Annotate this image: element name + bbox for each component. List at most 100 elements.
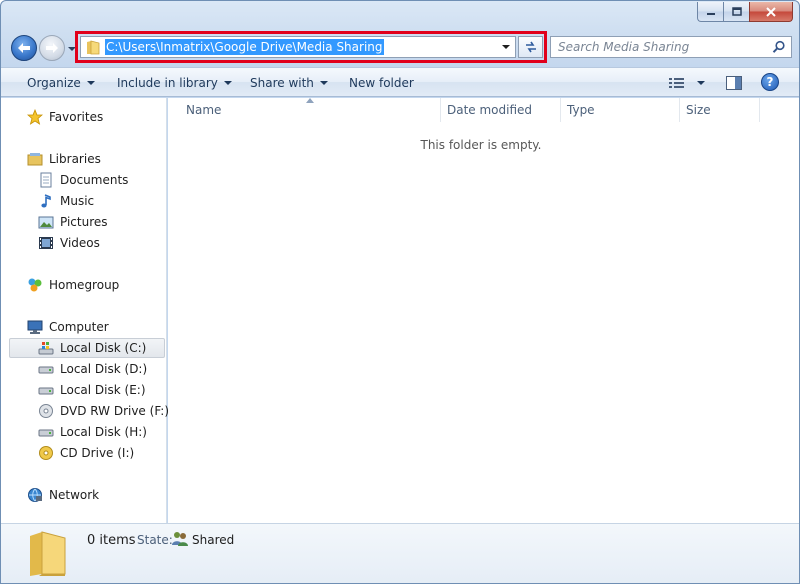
column-header-size[interactable]: Size	[680, 98, 760, 122]
share-with-button[interactable]: Share with	[250, 74, 328, 92]
search-box[interactable]: Search Media Sharing	[550, 36, 792, 58]
nav-label: Music	[60, 194, 95, 208]
nav-local-disk-h[interactable]: Local Disk (H:)	[1, 422, 167, 442]
nav-network[interactable]: Network	[1, 485, 167, 505]
drive-icon	[38, 361, 54, 377]
item-count: 0 items	[87, 533, 136, 548]
navigation-pane: Favorites Libraries Documents Music Pict…	[1, 98, 170, 523]
nav-computer[interactable]: Computer	[1, 317, 167, 337]
nav-label: CD Drive (I:)	[60, 446, 135, 460]
navigation-bar: C:\Users\Inmatrix\Google Drive\Media Sha…	[1, 29, 799, 65]
state-label: State:	[137, 533, 173, 547]
nav-local-disk-e[interactable]: Local Disk (E:)	[1, 380, 167, 400]
nav-label: Computer	[49, 320, 109, 334]
nav-label: Local Disk (E:)	[60, 383, 146, 397]
nav-local-disk-d[interactable]: Local Disk (D:)	[1, 359, 167, 379]
share-with-label: Share with	[250, 76, 314, 90]
nav-libraries[interactable]: Libraries	[1, 149, 167, 169]
folder-icon	[30, 531, 66, 576]
address-path[interactable]: C:\Users\Inmatrix\Google Drive\Media Sha…	[105, 39, 384, 55]
forward-button[interactable]	[39, 35, 65, 61]
address-dropdown[interactable]	[501, 42, 511, 52]
nav-label: Network	[49, 488, 100, 502]
view-details-icon	[669, 78, 684, 88]
new-folder-button[interactable]: New folder	[349, 74, 414, 92]
include-in-library-label: Include in library	[117, 76, 218, 90]
arrow-right-icon	[46, 43, 58, 53]
chevron-down-icon	[223, 81, 232, 85]
nav-label: Homegroup	[49, 278, 120, 292]
nav-label: Local Disk (D:)	[60, 362, 148, 376]
address-bar[interactable]: C:\Users\Inmatrix\Google Drive\Media Sha…	[80, 36, 516, 58]
drive-icon	[38, 424, 54, 440]
new-folder-label: New folder	[349, 76, 414, 90]
cd-icon	[38, 445, 54, 461]
include-in-library-button[interactable]: Include in library	[117, 74, 232, 92]
column-header-label: Size	[686, 103, 711, 117]
change-view-button[interactable]	[669, 74, 709, 92]
caption-buttons	[697, 2, 793, 22]
nav-dvd-rw-drive-f[interactable]: DVD RW Drive (F:)	[1, 401, 170, 421]
nav-label: DVD RW Drive (F:)	[60, 404, 170, 418]
help-button[interactable]: ?	[761, 73, 779, 91]
back-button[interactable]	[11, 35, 37, 61]
homegroup-icon	[27, 277, 43, 293]
nav-label: Documents	[60, 173, 129, 187]
details-pane: 0 items State: Shared	[1, 523, 799, 583]
nav-label: Local Disk (H:)	[60, 425, 147, 439]
nav-label: Local Disk (C:)	[60, 341, 147, 355]
picture-icon	[38, 214, 54, 230]
column-header-type[interactable]: Type	[561, 98, 680, 122]
refresh-icon	[525, 41, 536, 53]
nav-music[interactable]: Music	[1, 191, 167, 211]
preview-pane-icon	[726, 76, 742, 90]
maximize-icon	[731, 7, 742, 16]
nav-cd-drive-i[interactable]: CD Drive (I:)	[1, 443, 167, 463]
music-icon	[38, 193, 54, 209]
close-button[interactable]	[749, 2, 793, 22]
network-icon	[27, 487, 43, 503]
organize-button[interactable]: Organize	[27, 74, 95, 92]
chevron-down-icon	[502, 45, 510, 49]
drive-icon	[38, 382, 54, 398]
nav-label: Libraries	[49, 152, 101, 166]
minimize-button[interactable]	[697, 2, 723, 22]
shared-users-icon	[172, 532, 188, 546]
star-icon	[27, 109, 43, 125]
folder-icon	[85, 39, 101, 55]
nav-homegroup[interactable]: Homegroup	[1, 275, 167, 295]
column-header-label: Type	[567, 103, 595, 117]
computer-icon	[27, 319, 43, 335]
system-drive-icon	[38, 340, 54, 356]
empty-folder-message: This folder is empty.	[420, 138, 542, 152]
file-list[interactable]: Name Date modified Type Size This folder…	[168, 98, 799, 523]
chevron-down-icon	[697, 81, 705, 85]
maximize-button[interactable]	[723, 2, 749, 22]
state-value: Shared	[192, 533, 235, 547]
column-header-label: Date modified	[447, 103, 533, 117]
search-icon[interactable]	[772, 40, 786, 54]
nav-videos[interactable]: Videos	[1, 233, 167, 253]
organize-label: Organize	[27, 76, 81, 90]
nav-label: Favorites	[49, 110, 104, 124]
search-input[interactable]: Search Media Sharing	[558, 40, 689, 54]
video-icon	[38, 235, 54, 251]
dvd-icon	[38, 403, 54, 419]
preview-pane-button[interactable]	[725, 74, 743, 92]
column-header-date-modified[interactable]: Date modified	[441, 98, 561, 122]
chevron-down-icon	[86, 81, 95, 85]
column-header-label: Name	[186, 103, 222, 117]
nav-documents[interactable]: Documents	[1, 170, 167, 190]
minimize-icon	[706, 12, 715, 15]
refresh-button[interactable]	[518, 36, 543, 58]
nav-pictures[interactable]: Pictures	[1, 212, 167, 232]
nav-local-disk-c[interactable]: Local Disk (C:)	[9, 338, 165, 358]
explorer-window: C:\Users\Inmatrix\Google Drive\Media Sha…	[0, 0, 800, 584]
nav-label: Videos	[60, 236, 100, 250]
nav-favorites[interactable]: Favorites	[1, 107, 167, 127]
arrow-left-icon	[18, 43, 30, 53]
document-icon	[38, 172, 54, 188]
sort-ascending-icon	[306, 98, 314, 103]
column-header-name[interactable]: Name	[168, 98, 441, 122]
chevron-down-icon	[319, 81, 328, 85]
